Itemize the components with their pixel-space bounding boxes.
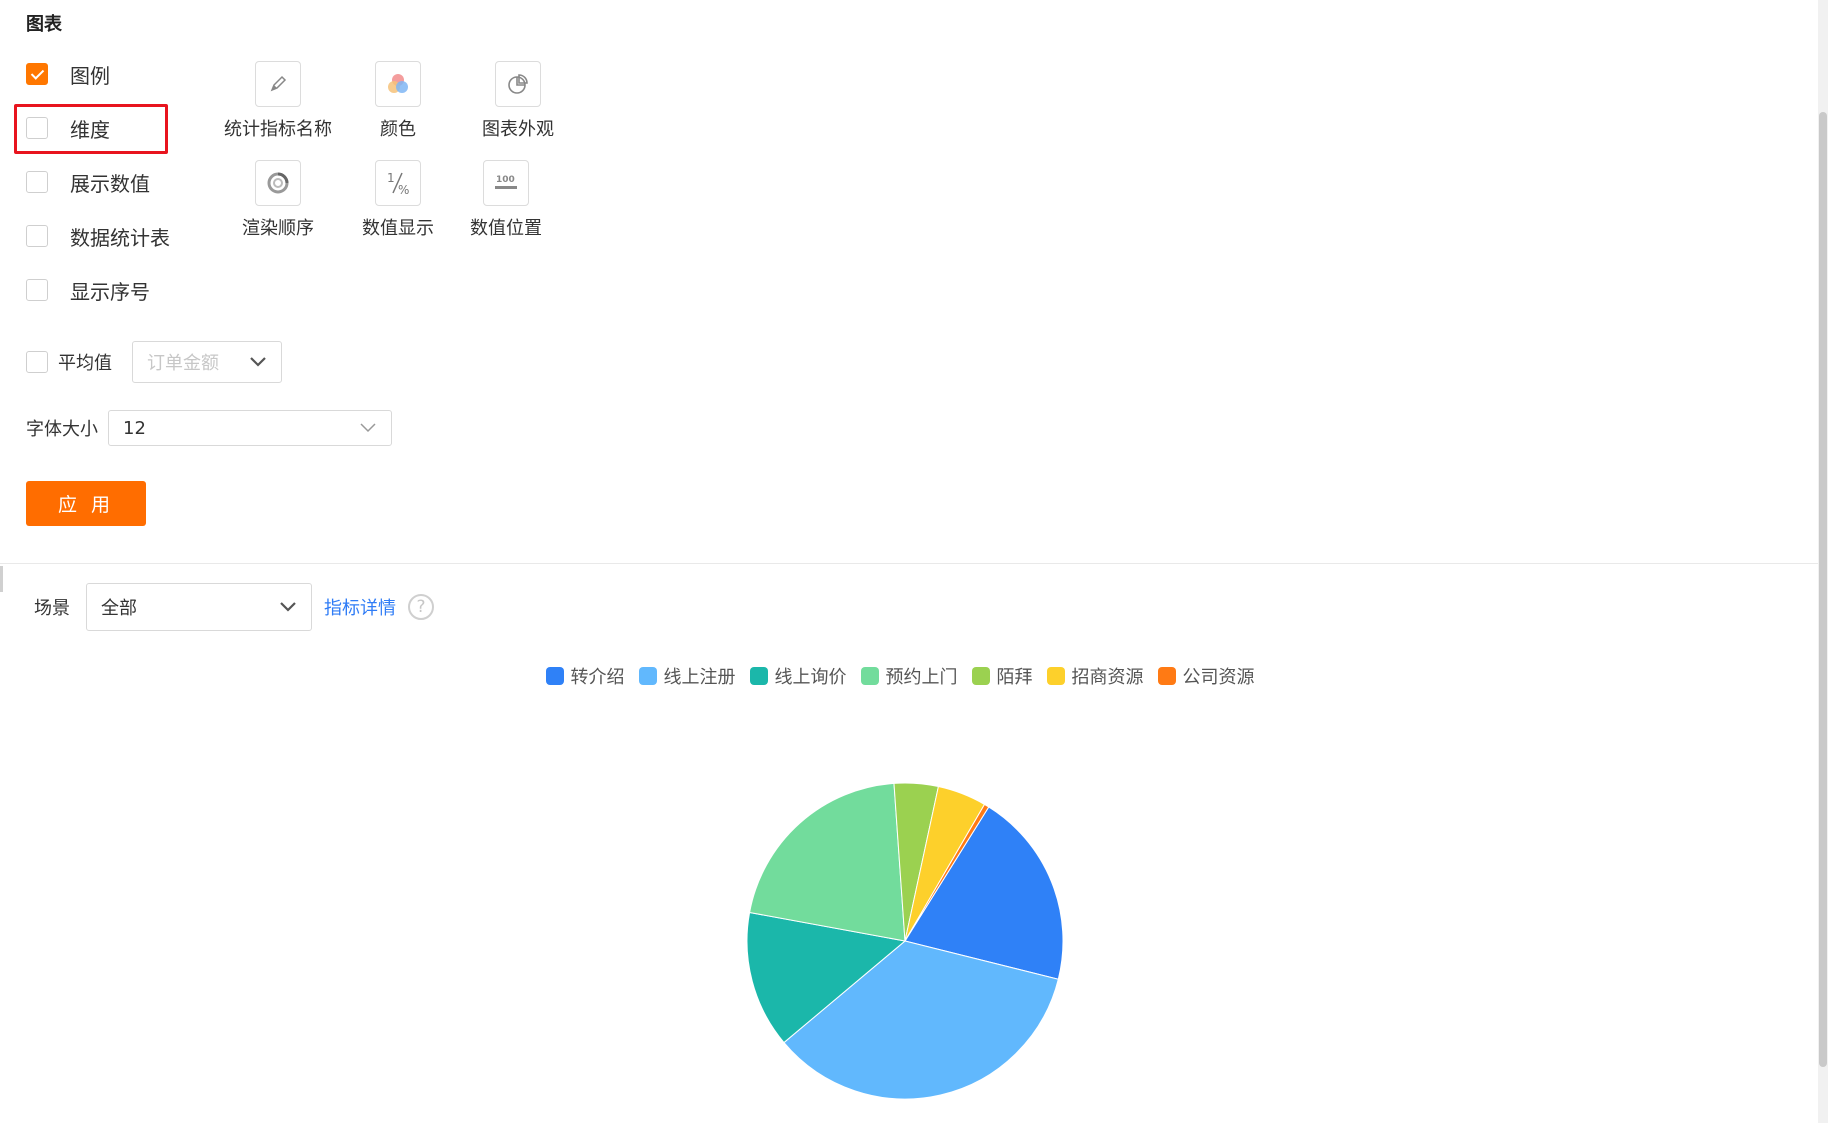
option-data-table[interactable]: 数据统计表 [26,223,170,250]
font-size-select[interactable]: 12 [108,410,392,446]
dimension-checkbox[interactable] [26,117,48,139]
legend-swatch [971,667,990,685]
chevron-down-icon [250,357,266,367]
pencil-icon[interactable] [255,61,301,107]
option-label: 展示数值 [70,171,150,196]
legend-label: 线上询价 [774,667,847,688]
legend-swatch [1046,667,1065,685]
select-placeholder: 订单金额 [147,353,219,374]
data-table-checkbox[interactable] [26,225,48,247]
font-size-label: 字体大小 [26,419,98,440]
average-checkbox[interactable] [26,351,48,373]
percent-icon[interactable]: 1% [375,160,421,206]
legend-label: 转介绍 [570,667,625,688]
chart-legend: 转介绍 线上注册 线上询价 预约上门 陌拜 招商资源 公司资源 [0,663,1800,689]
tool-label: 统计指标名称 [224,119,332,140]
tool-appearance[interactable]: 图表外观 [458,61,578,161]
legend-item[interactable]: 线上注册 [638,663,736,689]
tool-metric-name[interactable]: 统计指标名称 [218,61,338,161]
tool-color[interactable]: 颜色 [338,61,458,161]
font-size-row: 字体大小 12 [26,410,392,446]
average-row: 平均值 订单金额 [26,340,282,384]
scrollbar-thumb[interactable] [1819,112,1827,1067]
divider [0,563,1828,564]
option-show-values[interactable]: 展示数值 [26,169,150,196]
scene-value: 全部 [101,598,137,619]
option-dimension[interactable]: 维度 [26,115,110,142]
legend-item[interactable]: 预约上门 [860,663,958,689]
legend-item[interactable]: 转介绍 [545,663,625,689]
show-values-checkbox[interactable] [26,171,48,193]
tool-label: 数值位置 [470,218,542,239]
apply-button[interactable]: 应 用 [26,481,146,526]
legend-label: 预约上门 [885,667,958,688]
scene-select[interactable]: 全部 [86,583,312,631]
section-title: 图表 [26,14,62,35]
tool-label: 渲染顺序 [242,218,314,239]
legend-item[interactable]: 招商资源 [1046,663,1144,689]
scene-filter-row: 场景 全部 指标详情 ? [34,583,434,631]
legend-swatch [749,667,768,685]
legend-label: 招商资源 [1071,667,1144,688]
pie-chart-icon[interactable] [495,61,541,107]
metric-detail-link[interactable]: 指标详情 [324,594,396,620]
svg-text:1: 1 [387,171,395,185]
option-label: 数据统计表 [70,225,170,250]
show-index-checkbox[interactable] [26,279,48,301]
average-metric-select[interactable]: 订单金额 [132,341,282,383]
option-show-index[interactable]: 显示序号 [26,277,150,304]
value-position-icon[interactable]: 100 [483,160,529,206]
chevron-down-icon [360,423,376,433]
tool-label: 图表外观 [482,119,554,140]
pie-chart [746,782,1064,1100]
legend-swatch [860,667,879,685]
tool-render-order[interactable]: 渲染顺序 [218,160,338,260]
option-legend[interactable]: 图例 [26,61,110,88]
legend-item[interactable]: 公司资源 [1157,663,1255,689]
color-palette-icon[interactable] [375,61,421,107]
svg-text:100: 100 [496,175,515,185]
option-label: 维度 [70,117,110,142]
legend-item[interactable]: 线上询价 [749,663,847,689]
legend-label: 公司资源 [1182,667,1255,688]
legend-swatch [638,667,657,685]
legend-item[interactable]: 陌拜 [971,663,1033,689]
legend-checkbox[interactable] [26,63,48,85]
legend-label: 陌拜 [996,667,1033,688]
tool-value-position[interactable]: 100 数值位置 [446,160,566,260]
render-order-icon[interactable] [255,160,301,206]
legend-swatch [545,667,564,685]
tool-value-display[interactable]: 1% 数值显示 [338,160,458,260]
chevron-down-icon [280,602,296,612]
average-label: 平均值 [58,353,112,374]
scene-label: 场景 [34,598,70,619]
legend-label: 线上注册 [663,667,736,688]
tool-label: 数值显示 [362,218,434,239]
option-label: 图例 [70,63,110,88]
option-label: 显示序号 [70,279,150,304]
help-icon[interactable]: ? [408,594,434,620]
resize-handle[interactable] [0,566,3,592]
legend-swatch [1157,667,1176,685]
font-size-value: 12 [123,417,146,439]
tool-label: 颜色 [380,119,416,140]
svg-text:%: % [398,183,409,197]
